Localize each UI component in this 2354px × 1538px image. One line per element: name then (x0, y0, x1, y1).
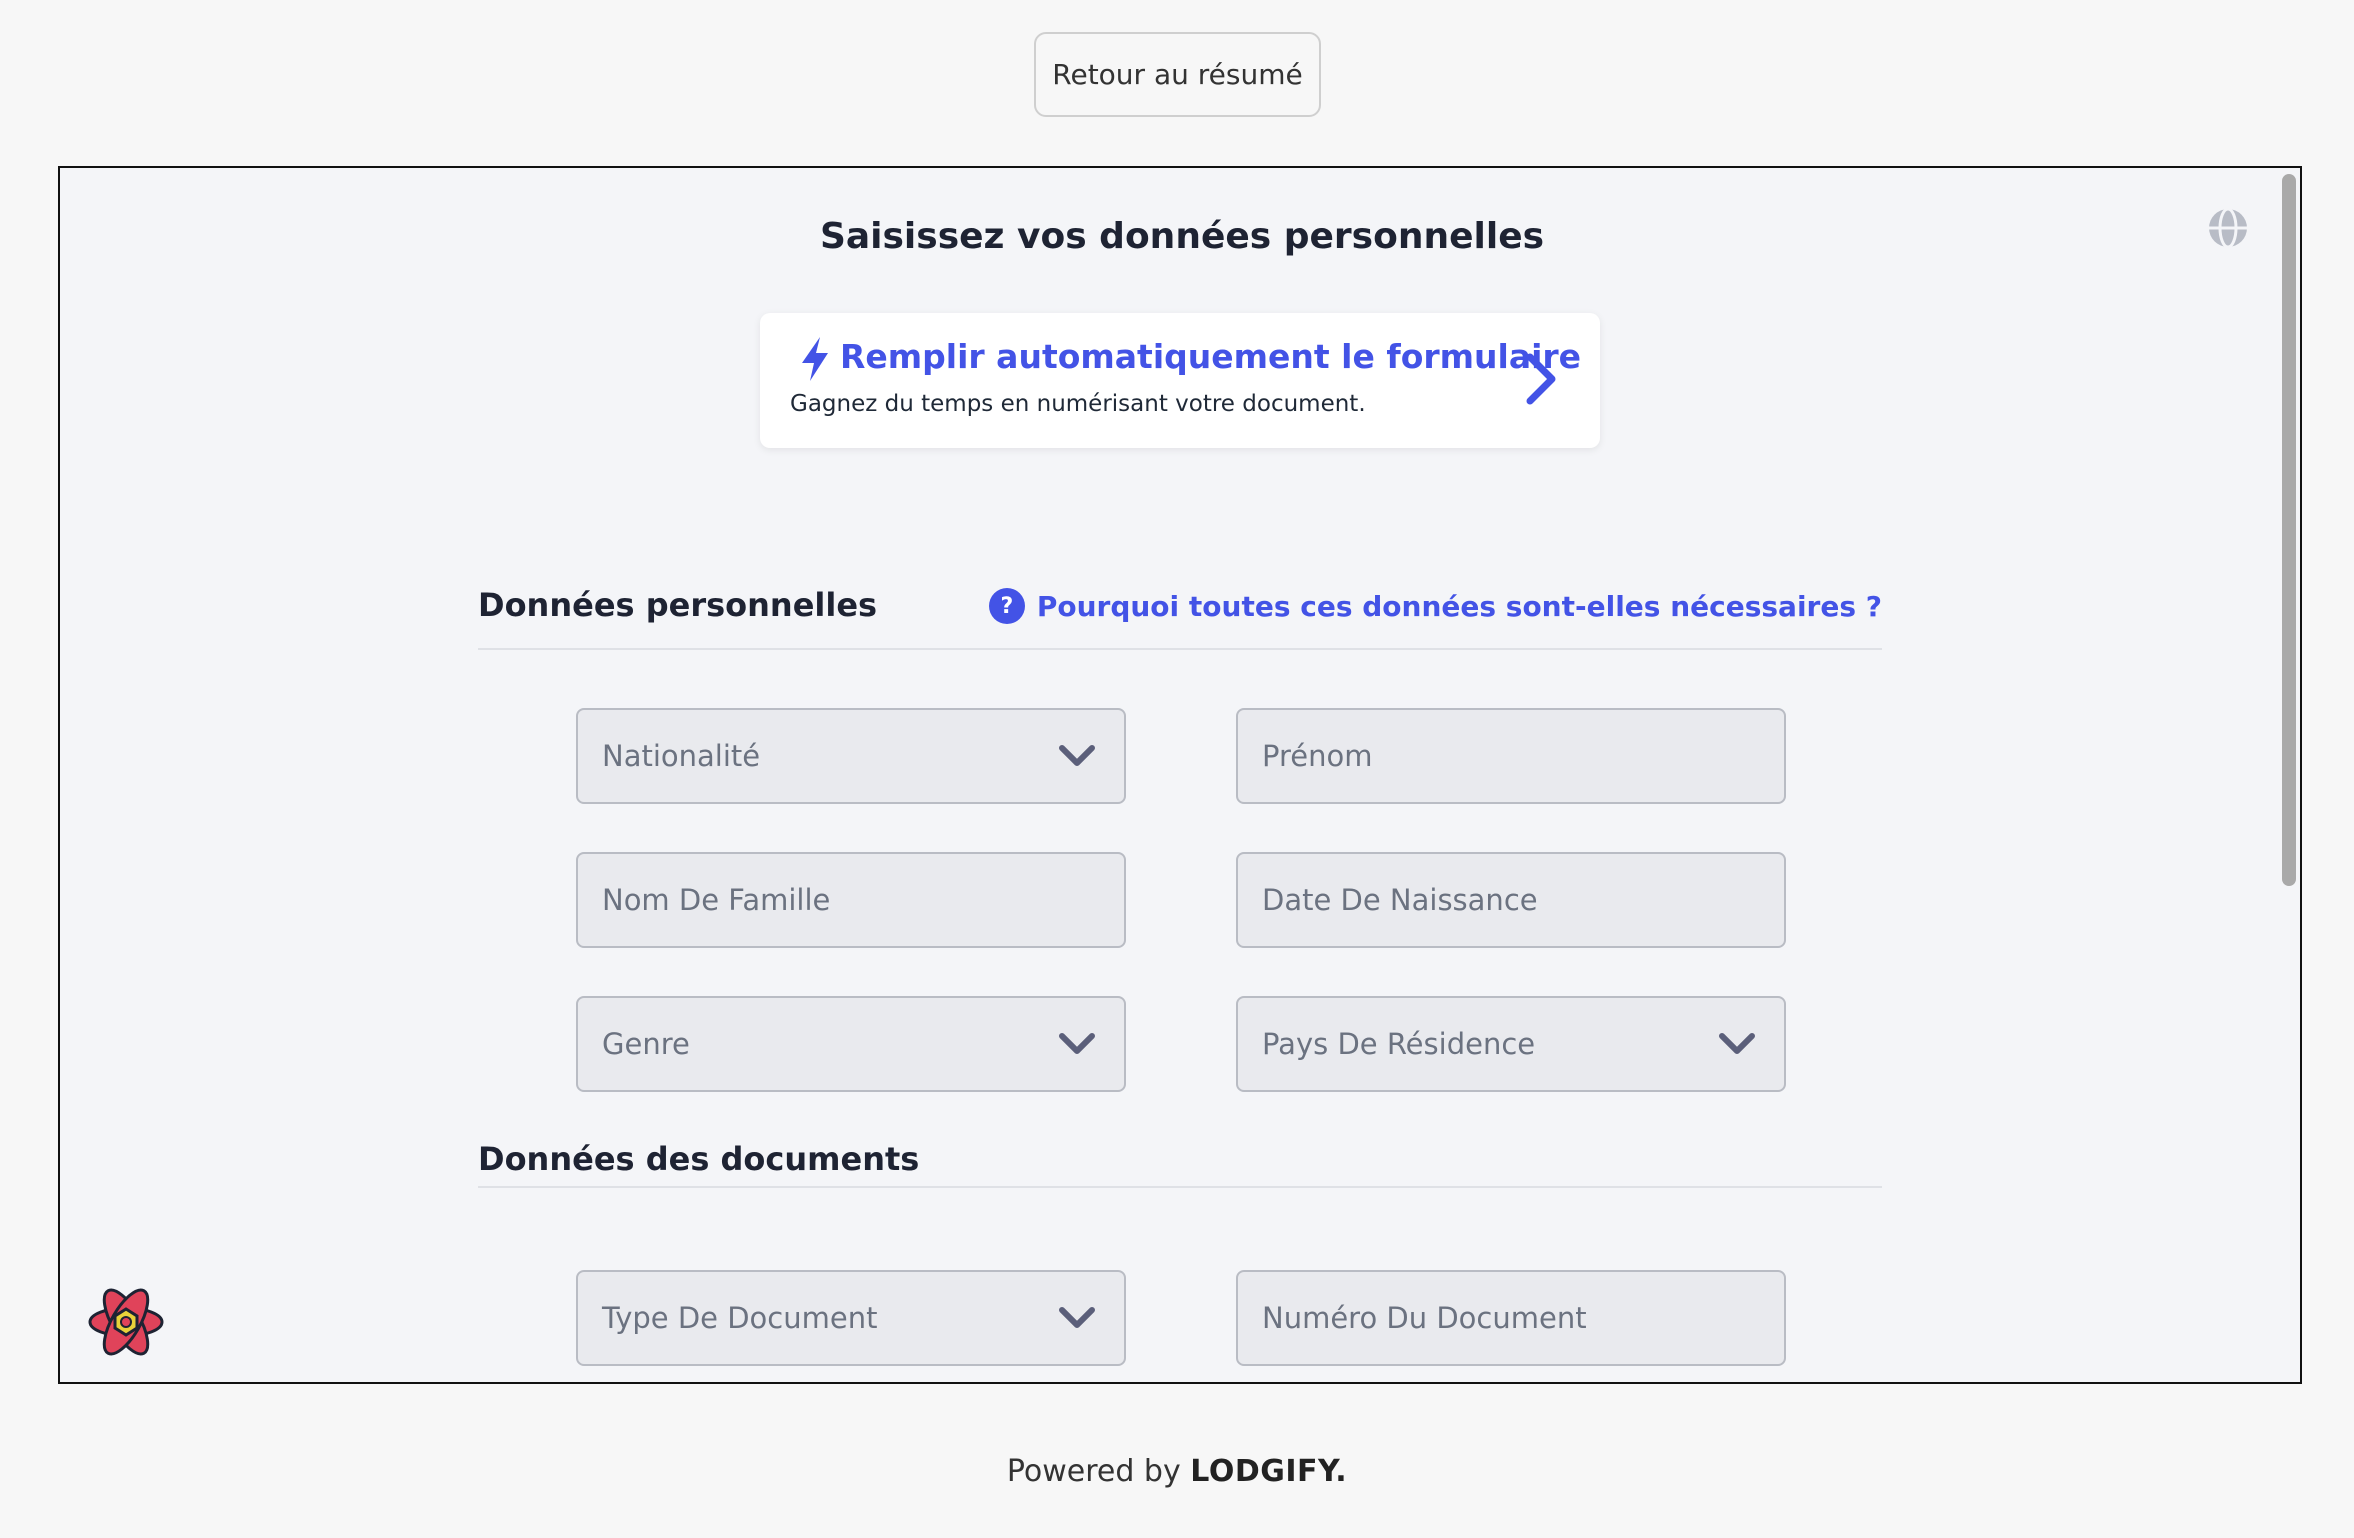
field-placeholder: Pays De Résidence (1262, 1027, 1536, 1061)
scrollbar[interactable] (2282, 174, 2296, 886)
gender-select[interactable]: Genre (576, 996, 1126, 1092)
field-placeholder: Type De Document (602, 1301, 878, 1335)
document-type-select[interactable]: Type De Document (576, 1270, 1126, 1366)
brand-name[interactable]: LODGIFY. (1190, 1454, 1347, 1489)
chevron-right-icon (1526, 353, 1556, 405)
section-title: Données personnelles (478, 586, 878, 624)
why-data-needed-link[interactable]: ? Pourquoi toutes ces données sont-elles… (988, 588, 1882, 624)
field-placeholder: Prénom (1262, 739, 1373, 773)
last-name-input[interactable]: Nom De Famille (576, 852, 1126, 948)
nationality-select[interactable]: Nationalité (576, 708, 1126, 804)
field-placeholder: Nationalité (602, 739, 761, 773)
react-logo-icon[interactable] (84, 1282, 168, 1362)
chevron-down-icon (1059, 745, 1095, 766)
autofill-subtitle: Gagnez du temps en numérisant votre docu… (790, 391, 1366, 417)
form-frame: Saisissez vos données personnelles Rempl… (58, 166, 2302, 1384)
field-placeholder: Numéro Du Document (1262, 1301, 1587, 1335)
help-link-label: Pourquoi toutes ces données sont-elles n… (1036, 589, 1882, 623)
chevron-down-icon (1059, 1307, 1095, 1328)
chevron-down-icon (1059, 1033, 1095, 1054)
field-placeholder: Nom De Famille (602, 883, 831, 917)
autofill-title: Remplir automatiquement le formulaire (840, 337, 1582, 376)
field-placeholder: Date De Naissance (1262, 883, 1538, 917)
powered-prefix: Powered by (1006, 1454, 1181, 1489)
birth-date-input[interactable]: Date De Naissance (1236, 852, 1786, 948)
document-number-input[interactable]: Numéro Du Document (1236, 1270, 1786, 1366)
back-to-summary-button[interactable]: Retour au résumé (1034, 32, 1321, 117)
first-name-input[interactable]: Prénom (1236, 708, 1786, 804)
question-icon: ? (988, 588, 1025, 624)
chevron-down-icon (1719, 1033, 1755, 1054)
documents-section-header: Données des documents (478, 1130, 1882, 1188)
lightning-icon (802, 337, 828, 381)
autofill-card[interactable]: Remplir automatiquement le formulaire Ga… (760, 313, 1600, 448)
section-title: Données des documents (478, 1140, 920, 1178)
page-title: Saisissez vos données personnelles (819, 216, 1545, 257)
field-placeholder: Genre (602, 1027, 690, 1061)
powered-by-footer: Powered by LODGIFY. (0, 1454, 2354, 1489)
personal-data-section-header: Données personnelles ? Pourquoi toutes c… (478, 568, 1882, 650)
residence-country-select[interactable]: Pays De Résidence (1236, 996, 1786, 1092)
